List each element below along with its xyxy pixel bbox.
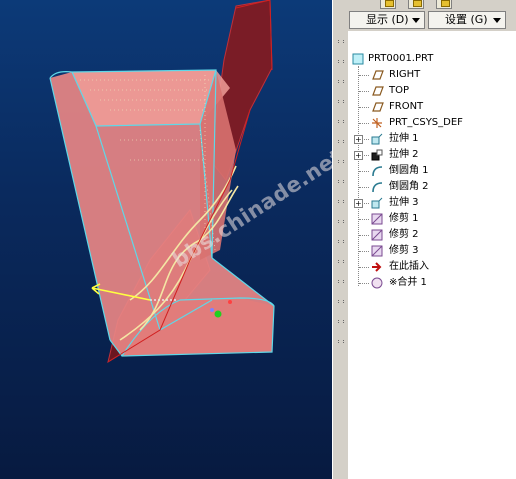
tree-item[interactable]: TOP xyxy=(348,83,516,99)
tree-connector xyxy=(359,187,369,188)
folder-icon xyxy=(385,0,394,7)
tab-folder-browser[interactable] xyxy=(408,0,424,9)
tree-item-label: RIGHT xyxy=(389,69,421,80)
tree-connector xyxy=(359,267,369,268)
tree-connector xyxy=(359,155,369,156)
coordinate-system-icon xyxy=(372,118,382,128)
trim-icon xyxy=(371,213,383,225)
part-model-graphic xyxy=(49,0,275,364)
tree-item[interactable]: PRT_CSYS_DEF xyxy=(348,115,516,131)
3d-viewport[interactable]: bbs.chinade.net xyxy=(0,0,332,479)
extrude-icon xyxy=(371,133,383,145)
tab-favorites[interactable] xyxy=(436,0,452,9)
tree-item[interactable]: 修剪 2 xyxy=(348,227,516,243)
tree-connector xyxy=(359,235,369,236)
tree-connector xyxy=(359,171,369,172)
datum-plane-icon xyxy=(372,102,384,112)
chevron-down-icon xyxy=(493,18,501,23)
tree-item[interactable]: + 拉伸 2 xyxy=(348,147,516,163)
tree-item[interactable]: ※合并 1 xyxy=(348,275,516,291)
settings-dropdown[interactable]: 设置 (G) xyxy=(428,11,506,29)
round-icon xyxy=(372,166,383,177)
tree-item[interactable]: 修剪 1 xyxy=(348,211,516,227)
insert-here-arrow-icon xyxy=(372,262,382,272)
part-icon xyxy=(352,53,364,65)
tree-item[interactable]: 修剪 3 xyxy=(348,243,516,259)
datum-plane-icon xyxy=(372,70,384,80)
tree-item-label: 拉伸 2 xyxy=(389,149,419,160)
tree-connector xyxy=(359,251,369,252)
tree-item[interactable]: + 拉伸 3 xyxy=(348,195,516,211)
chevron-down-icon xyxy=(412,18,420,23)
tree-connector xyxy=(359,91,369,92)
tree-item-label: 拉伸 1 xyxy=(389,133,419,144)
tree-item-label: 修剪 1 xyxy=(389,213,419,224)
tree-connector xyxy=(359,123,369,124)
tree-item[interactable]: FRONT xyxy=(348,99,516,115)
trim-icon xyxy=(371,229,383,241)
trim-icon xyxy=(371,245,383,257)
navigator-tabs xyxy=(348,0,516,9)
round-icon xyxy=(372,182,383,193)
tree-item-label: 修剪 2 xyxy=(389,229,419,240)
tab-model-tree[interactable] xyxy=(380,0,396,9)
star-folder-icon xyxy=(441,0,450,7)
datum-plane-icon xyxy=(372,86,384,96)
panel-splitter[interactable] xyxy=(332,0,348,479)
tree-item[interactable]: 在此插入 xyxy=(348,259,516,275)
tree-root[interactable]: PRT0001.PRT xyxy=(348,51,516,67)
tree-item[interactable]: 倒圆角 1 xyxy=(348,163,516,179)
tree-item-label: 倒圆角 1 xyxy=(389,165,429,176)
tree-item-label: ※合并 1 xyxy=(389,277,427,288)
tree-item-label: 在此插入 xyxy=(389,261,429,272)
extrude-icon xyxy=(371,197,383,209)
extrude-cut-icon xyxy=(371,149,383,161)
tree-root-label: PRT0001.PRT xyxy=(368,53,434,64)
tree-item-label: FRONT xyxy=(389,101,424,112)
tree-item-label: TOP xyxy=(389,85,410,96)
tree-item-label: 修剪 3 xyxy=(389,245,419,256)
tree-item-label: 倒圆角 2 xyxy=(389,181,429,192)
tree-connector xyxy=(359,75,369,76)
tree-item[interactable]: + 拉伸 1 xyxy=(348,131,516,147)
tree-item-label: PRT_CSYS_DEF xyxy=(389,117,463,128)
tree-item[interactable]: RIGHT xyxy=(348,67,516,83)
tree-connector xyxy=(359,203,369,204)
tree-connector xyxy=(359,139,369,140)
merge-icon xyxy=(371,277,383,289)
model-tree-panel: 显示 (D) 设置 (G) PRT0001.PRT RIGHT TOP FRONT P… xyxy=(348,0,516,479)
show-label: 显示 (D) xyxy=(366,13,409,26)
tree-item-label: 拉伸 3 xyxy=(389,197,419,208)
tree-item[interactable]: 倒圆角 2 xyxy=(348,179,516,195)
show-dropdown[interactable]: 显示 (D) xyxy=(349,11,425,29)
tree-toolbar: 显示 (D) 设置 (G) xyxy=(348,9,516,31)
settings-label: 设置 (G) xyxy=(445,13,488,26)
tree-connector xyxy=(359,219,369,220)
folder-icon xyxy=(413,0,422,7)
tree-connector xyxy=(359,283,369,284)
tree-connector xyxy=(359,107,369,108)
